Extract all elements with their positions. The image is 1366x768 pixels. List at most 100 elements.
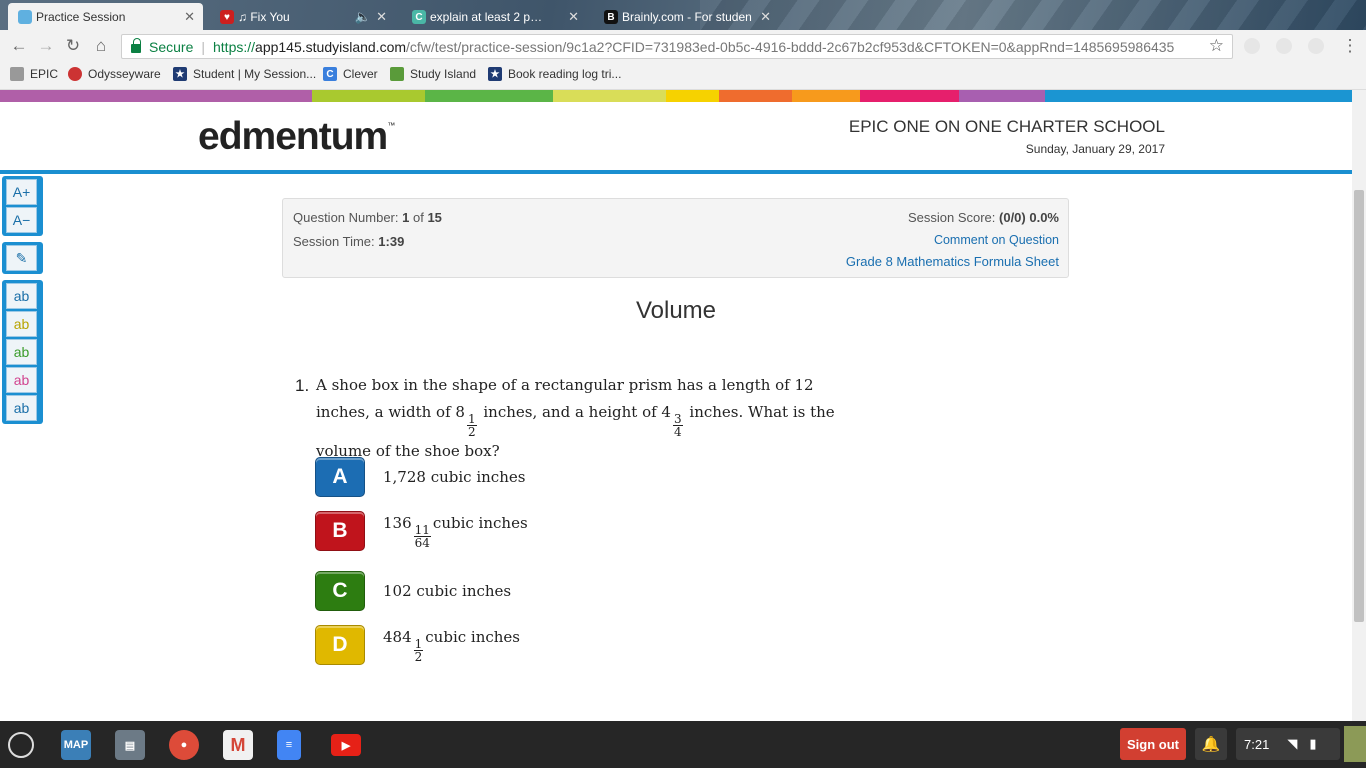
tab-fix-you[interactable]: ♥ ♫ Fix You 🔈 ✕	[210, 3, 395, 30]
extension-icon[interactable]	[1276, 38, 1292, 54]
tab-brainly[interactable]: B Brainly.com - For studen ✕	[594, 3, 779, 30]
screen: Practice Session ✕ ♥ ♫ Fix You 🔈 ✕ C exp…	[0, 0, 1366, 768]
question-total: 15	[427, 210, 442, 225]
url-host: app145.studyisland.com	[255, 38, 407, 55]
fraction-denominator: 2	[414, 649, 423, 664]
logo-text: edmentum	[198, 115, 388, 158]
fraction-denominator: 4	[673, 425, 682, 439]
bookmark-label: Study Island	[410, 67, 477, 81]
time-value: 1:39	[378, 234, 405, 249]
answer-whole: 136	[383, 513, 412, 532]
answer-whole: 484	[383, 627, 412, 646]
sign-out-button[interactable]: Sign out	[1120, 728, 1186, 760]
files-app-icon[interactable]: ▤	[115, 730, 145, 760]
answer-text: 484 1 2 cubic inches	[383, 628, 520, 663]
folder-icon	[10, 67, 24, 81]
reload-icon[interactable]: ↻	[63, 36, 83, 56]
answer-option-a[interactable]: A 1,728 cubic inches	[315, 457, 525, 497]
back-arrow-icon[interactable]: ←	[9, 36, 29, 56]
url-path: /cfw/test/practice-session/9c1a2?CFID=73…	[406, 38, 1175, 55]
address-bar[interactable]: Secure | https://app145.studyisland.com /…	[121, 34, 1233, 59]
color-stripe	[0, 90, 1352, 102]
bookmarks-bar: EPIC Odysseyware ★ Student | My Session.…	[0, 62, 1366, 90]
bookmark-star-icon[interactable]: ☆	[1209, 36, 1224, 56]
bookmark-label: Book reading log tri...	[508, 67, 622, 81]
topic-title: Volume	[635, 297, 717, 324]
forward-arrow-icon[interactable]: →	[36, 36, 56, 56]
bookmark-reading-log[interactable]: ★ Book reading log tri...	[488, 67, 621, 81]
question-label: Question Number:	[293, 210, 399, 225]
status-tray[interactable]: 7:21 ◥ ▮	[1236, 728, 1340, 760]
youtube-app-icon[interactable]: ▶	[331, 734, 361, 756]
browser-toolbar: ← → ↻ ⌂ Secure | https://app145.studyisl…	[0, 30, 1366, 62]
question-of: of	[412, 210, 424, 225]
answer-text: 136 11 64 cubic inches	[383, 514, 528, 549]
scrollbar-thumb[interactable]	[1354, 190, 1364, 622]
home-icon[interactable]: ⌂	[91, 36, 111, 56]
bookmark-clever[interactable]: C Clever	[323, 67, 378, 81]
extension-icon[interactable]	[1308, 38, 1324, 54]
zoom-toolbar: A+ A−	[2, 176, 43, 236]
bookmark-student-session[interactable]: ★ Student | My Session...	[173, 67, 316, 81]
answer-unit: cubic inches	[432, 513, 528, 532]
tab-explain[interactable]: C explain at least 2 p… ✕	[402, 3, 587, 30]
launcher-icon[interactable]	[8, 732, 34, 758]
answer-letter-b[interactable]: B	[315, 511, 365, 551]
score-value: (0/0) 0.0%	[999, 210, 1059, 225]
lock-icon	[131, 38, 141, 53]
answer-option-d[interactable]: D 484 1 2 cubic inches	[315, 625, 520, 665]
menu-icon[interactable]: ⋮	[1340, 36, 1360, 56]
question-current: 1	[402, 210, 410, 225]
tab-strip: Practice Session ✕ ♥ ♫ Fix You 🔈 ✕ C exp…	[0, 0, 800, 30]
answer-option-c[interactable]: C 102 cubic inches	[315, 571, 511, 611]
docs-app-icon[interactable]: ≡	[277, 730, 301, 760]
tab-title: Practice Session	[36, 9, 126, 24]
close-tab-icon[interactable]: ✕	[184, 9, 195, 25]
answer-option-b[interactable]: B 136 11 64 cubic inches	[315, 511, 528, 551]
zoom-in-icon[interactable]: A+	[6, 179, 37, 205]
bookmark-label: Student | My Session...	[193, 67, 317, 81]
tab-practice-session[interactable]: Practice Session ✕	[8, 3, 203, 30]
highlighter-pink-icon[interactable]: ab	[6, 367, 37, 393]
tab-title: ♫ Fix You	[238, 9, 290, 24]
star-icon: ★	[173, 67, 187, 81]
zoom-out-icon[interactable]: A−	[6, 207, 37, 233]
answer-unit: cubic inches	[425, 627, 521, 646]
bookmark-label: Clever	[343, 67, 378, 81]
notifications-bell-icon[interactable]: 🔔	[1195, 728, 1227, 760]
answer-fraction: 12	[413, 638, 424, 664]
url-scheme: https://	[213, 38, 256, 55]
bookmark-epic[interactable]: EPIC	[10, 67, 58, 81]
wifi-icon: ◥	[1287, 736, 1298, 751]
highlighter-green-icon[interactable]: ab	[6, 339, 37, 365]
gmail-app-icon[interactable]: M	[223, 730, 253, 760]
formula-sheet-link[interactable]: Grade 8 Mathematics Formula Sheet	[846, 254, 1059, 269]
comment-on-question-link[interactable]: Comment on Question	[934, 233, 1059, 247]
bookmark-study-island[interactable]: Study Island	[390, 67, 476, 81]
answer-letter-c[interactable]: C	[315, 571, 365, 611]
answer-letter-d[interactable]: D	[315, 625, 365, 665]
time-label: Session Time:	[293, 234, 375, 249]
score-label: Session Score:	[907, 210, 996, 225]
notepad-icon[interactable]: ✎	[6, 245, 37, 271]
close-tab-icon[interactable]: ✕	[376, 9, 387, 25]
header-divider	[0, 170, 1352, 174]
map-app-icon[interactable]: MAP	[61, 730, 91, 760]
question-number: 1.	[295, 376, 310, 395]
chegg-favicon-icon: C	[412, 10, 426, 24]
bookmark-odysseyware[interactable]: Odysseyware	[68, 67, 161, 81]
close-tab-icon[interactable]: ✕	[760, 9, 771, 25]
tab-title: Brainly.com - For studen	[622, 9, 752, 24]
avatar[interactable]	[1344, 726, 1366, 762]
answer-letter-a[interactable]: A	[315, 457, 365, 497]
height-fraction: 34	[672, 413, 683, 439]
answer-fraction: 11 64	[413, 524, 431, 549]
clever-icon: C	[323, 67, 337, 81]
highlighter-blue-icon[interactable]: ab	[6, 395, 37, 421]
battery-icon: ▮	[1309, 736, 1317, 751]
close-tab-icon[interactable]: ✕	[568, 9, 579, 25]
extension-icon[interactable]	[1244, 38, 1260, 54]
chrome-app-icon[interactable]: ●	[169, 730, 199, 760]
current-date: Sunday, January 29, 2017	[1025, 142, 1165, 156]
page-scrollbar[interactable]	[1352, 90, 1366, 721]
